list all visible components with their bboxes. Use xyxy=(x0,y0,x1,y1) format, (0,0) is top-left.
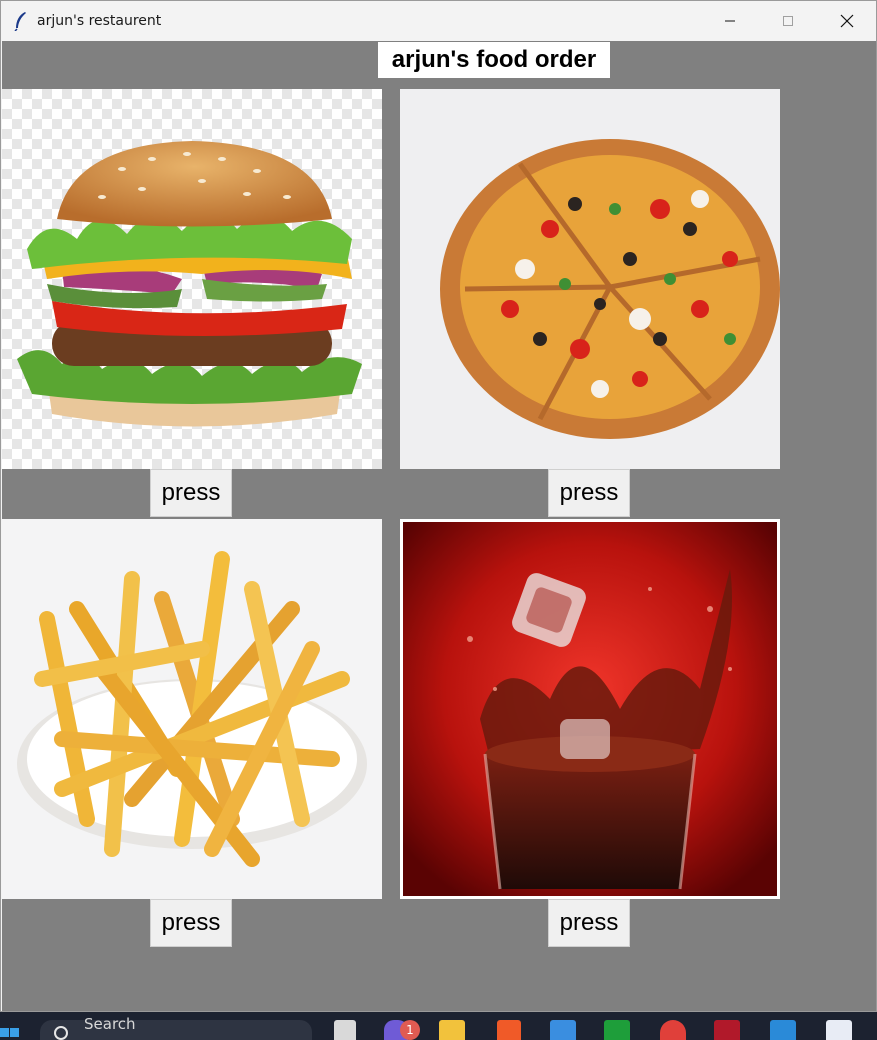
vscode-icon[interactable] xyxy=(770,1020,796,1040)
press-button-fries[interactable]: press xyxy=(150,899,232,947)
search-icon xyxy=(54,1026,68,1040)
close-icon xyxy=(840,14,854,28)
windows-start-icon[interactable] xyxy=(0,1026,22,1040)
chat-notification-badge: 1 xyxy=(400,1020,420,1040)
press-button-burger[interactable]: press xyxy=(150,469,232,517)
window-title: arjun's restaurent xyxy=(37,13,162,29)
close-button[interactable] xyxy=(818,1,876,41)
task-view-icon[interactable] xyxy=(334,1020,356,1040)
maximize-icon xyxy=(783,16,793,26)
store-icon[interactable] xyxy=(550,1020,576,1040)
press-button-pizza[interactable]: press xyxy=(548,469,630,517)
notepad-icon[interactable] xyxy=(826,1020,852,1040)
burger-image xyxy=(2,89,382,469)
cola-image xyxy=(400,519,780,899)
brave-browser-icon[interactable] xyxy=(497,1020,521,1040)
minimize-icon xyxy=(725,20,735,22)
chrome-icon[interactable] xyxy=(660,1020,686,1040)
maximize-button[interactable] xyxy=(759,1,817,41)
xbox-icon[interactable] xyxy=(604,1020,630,1040)
page-title: arjun's food order xyxy=(378,42,610,78)
app-content: arjun's food order press press press pre… xyxy=(2,41,876,1011)
file-explorer-icon[interactable] xyxy=(439,1020,465,1040)
taskbar-search[interactable] xyxy=(40,1020,312,1040)
pizza-image xyxy=(400,89,780,469)
taskbar-search-text: Search xyxy=(84,1015,136,1033)
app-icon[interactable] xyxy=(714,1020,740,1040)
title-bar[interactable]: arjun's restaurent xyxy=(1,1,876,41)
minimize-button[interactable] xyxy=(701,1,759,41)
feather-icon xyxy=(14,12,26,31)
app-window: arjun's restaurent arjun's food order pr… xyxy=(0,0,877,1012)
press-button-cola[interactable]: press xyxy=(548,899,630,947)
fries-image xyxy=(2,519,382,899)
